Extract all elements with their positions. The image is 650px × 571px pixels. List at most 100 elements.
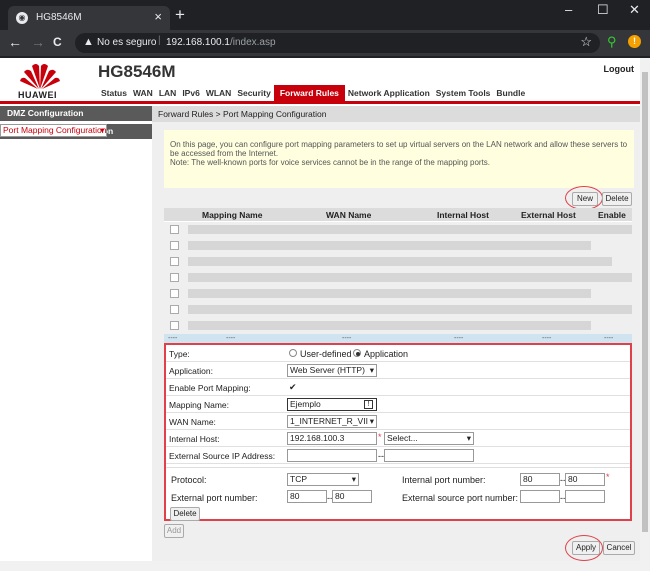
forward-icon[interactable]: →: [31, 34, 45, 50]
wan-name-select[interactable]: 1_INTERNET_R_VII: [287, 415, 377, 428]
dash-cell: ----: [454, 335, 464, 342]
type-user-defined-radio[interactable]: [289, 349, 297, 357]
internal-host-input[interactable]: 192.168.100.3: [287, 432, 377, 445]
ext-src-ip-start-input[interactable]: [287, 449, 377, 462]
table-row[interactable]: [164, 302, 632, 318]
table-row[interactable]: [164, 254, 632, 270]
menu-wan[interactable]: WAN: [130, 85, 156, 102]
add-button[interactable]: Add: [164, 524, 184, 538]
table-row[interactable]: [164, 222, 632, 238]
maximize-icon[interactable]: ☐: [597, 2, 609, 18]
internal-host-select[interactable]: Select...: [384, 432, 474, 445]
port-mapping-form: Type: User-defined Application Applicati…: [164, 343, 632, 521]
row-checkbox[interactable]: [170, 257, 179, 266]
mapping-table: Mapping Name WAN Name Internal Host Exte…: [164, 208, 632, 345]
enable-row: Enable Port Mapping: ✔: [166, 379, 630, 396]
type-application-label[interactable]: Application: [364, 349, 408, 359]
col-mapping-name: Mapping Name: [202, 210, 263, 220]
table-row[interactable]: [164, 286, 632, 302]
col-wan-name: WAN Name: [326, 210, 372, 220]
protocol-select[interactable]: TCP: [287, 473, 359, 486]
tab-title: HG8546M: [36, 12, 82, 23]
row-checkbox[interactable]: [170, 321, 179, 330]
ext-src-port-start-input[interactable]: [520, 490, 560, 503]
warning-icon: ▲: [83, 36, 94, 48]
logout-link[interactable]: Logout: [604, 64, 635, 74]
menu-status[interactable]: Status: [98, 85, 130, 102]
row-checkbox[interactable]: [170, 273, 179, 282]
dash-cell: ----: [542, 335, 552, 342]
row-bar: [188, 257, 612, 266]
brand-name: HUAWEI: [18, 90, 57, 100]
note-line-2: Note: The well-known ports for voice ser…: [170, 158, 491, 167]
row-bar: [188, 241, 591, 250]
type-user-defined-label[interactable]: User-defined: [300, 349, 352, 359]
row-checkbox[interactable]: [170, 241, 179, 250]
type-application-radio[interactable]: [353, 349, 361, 357]
internal-port-end-input[interactable]: 80: [565, 473, 605, 486]
row-checkbox[interactable]: [170, 305, 179, 314]
ext-src-ip-end-input[interactable]: [384, 449, 474, 462]
ext-src-port-label: External source port number:: [402, 493, 519, 503]
type-row: Type: User-defined Application: [166, 345, 630, 362]
menu-bundle[interactable]: Bundle: [493, 85, 528, 102]
vertical-scrollbar[interactable]: [640, 58, 650, 565]
new-tab-icon[interactable]: +: [175, 5, 185, 25]
enable-checkbox[interactable]: ✔: [289, 383, 298, 392]
navigation-bar: ← → C ▲ No es seguro | 192.168.100.1/ind…: [0, 30, 650, 56]
address-bar[interactable]: ▲ No es seguro | 192.168.100.1/index.asp…: [75, 33, 600, 53]
url-path: /index.asp: [229, 37, 276, 48]
table-row[interactable]: [164, 238, 632, 254]
table-row[interactable]: [164, 270, 632, 286]
enable-label: Enable Port Mapping:: [169, 383, 251, 393]
sidebar-item-dmz[interactable]: DMZ Configuration: [0, 106, 152, 121]
dash-cell: ----: [168, 335, 178, 342]
menu-forward-rules[interactable]: Forward Rules: [273, 85, 345, 102]
col-internal-host: Internal Host: [437, 210, 489, 220]
chrome-favicon-icon: ◉: [16, 12, 28, 24]
external-port-end-input[interactable]: 80: [332, 490, 372, 503]
menu-ipv6[interactable]: IPv6: [179, 85, 203, 102]
bookmark-star-icon[interactable]: ☆: [580, 34, 592, 50]
close-window-icon[interactable]: ✕: [629, 2, 640, 18]
sidebar-item-port-mapping[interactable]: Port Mapping Configuration: [0, 124, 108, 137]
ext-src-port-end-input[interactable]: [565, 490, 605, 503]
external-port-start-input[interactable]: 80: [287, 490, 327, 503]
menu-security[interactable]: Security: [234, 85, 274, 102]
menu-network-application[interactable]: Network Application: [345, 85, 433, 102]
reload-icon[interactable]: C: [53, 35, 62, 49]
delete-button[interactable]: Delete: [602, 192, 632, 206]
menu-system-tools[interactable]: System Tools: [433, 85, 494, 102]
menu-wlan[interactable]: WLAN: [203, 85, 235, 102]
scrollbar-thumb[interactable]: [642, 72, 648, 532]
back-icon[interactable]: ←: [8, 34, 22, 50]
address-separator: |: [158, 35, 161, 46]
required-mark: *: [378, 432, 382, 442]
internal-host-label: Internal Host:: [169, 434, 220, 444]
horizontal-scrollbar[interactable]: [0, 561, 650, 571]
menu-lan[interactable]: LAN: [156, 85, 179, 102]
key-icon: !: [364, 400, 373, 409]
row-checkbox[interactable]: [170, 289, 179, 298]
table-row[interactable]: [164, 318, 632, 334]
application-select[interactable]: Web Server (HTTP): [287, 364, 377, 377]
extension-alert-icon[interactable]: !: [628, 35, 641, 48]
cancel-button[interactable]: Cancel: [603, 541, 635, 555]
row-bar: [188, 321, 591, 330]
browser-tab[interactable]: ◉ HG8546M ×: [8, 6, 170, 30]
ext-src-ip-label: External Source IP Address:: [169, 451, 276, 461]
note-line-1: On this page, you can configure port map…: [170, 140, 628, 158]
new-button-highlight: [565, 186, 603, 210]
dash-cell: ----: [604, 335, 614, 342]
minimize-icon[interactable]: –: [565, 2, 572, 17]
url-text[interactable]: 192.168.100.1/index.asp: [166, 37, 276, 48]
table-header: Mapping Name WAN Name Internal Host Exte…: [164, 208, 632, 222]
apply-button-highlight: [565, 535, 603, 561]
row-delete-button[interactable]: Delete: [170, 507, 200, 521]
internal-port-start-input[interactable]: 80: [520, 473, 560, 486]
extension-antenna-icon[interactable]: ⚲: [607, 34, 617, 50]
insecure-label[interactable]: No es seguro: [97, 37, 156, 48]
row-checkbox[interactable]: [170, 225, 179, 234]
tab-close-icon[interactable]: ×: [154, 9, 162, 24]
col-enable: Enable: [598, 210, 626, 220]
